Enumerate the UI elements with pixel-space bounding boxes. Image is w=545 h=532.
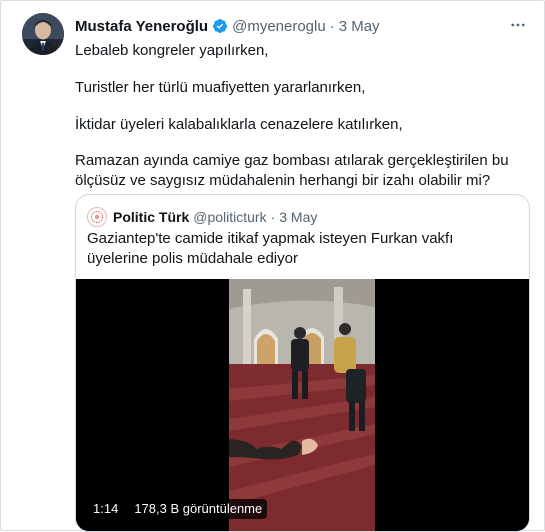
quoted-header-separator: · [270, 209, 276, 225]
tweet-paragraph: İktidar üyeleri kalabalıklarla cenazeler… [75, 116, 403, 133]
tweet-paragraph: Ramazan ayında camiye gaz bombası atılar… [75, 152, 509, 189]
tweet-paragraph: Turistler her türlü muafiyetten yararlan… [75, 79, 366, 96]
video-overlay: 1:14 178,3 B görüntülenme [88, 499, 268, 519]
author-avatar[interactable] [22, 13, 64, 55]
quoted-tweet-header: Politic Türk @politicturk · 3 May [87, 207, 519, 227]
quoted-author-name: Politic Türk [113, 209, 190, 225]
more-options-icon[interactable] [508, 15, 528, 35]
tweet-header: Mustafa Yeneroğlu @myeneroglu · 3 May [75, 15, 530, 37]
quoted-tweet[interactable]: Politic Türk @politicturk · 3 May Gazian… [75, 194, 530, 532]
author-name[interactable]: Mustafa Yeneroğlu [75, 18, 208, 35]
quoted-tweet-text: Gaziantep'te camide itikaf yapmak isteye… [87, 230, 454, 267]
video-thumbnail [76, 279, 529, 531]
video-duration: 1:14 [88, 499, 124, 519]
video-view-count: 178,3 B görüntülenme [129, 499, 268, 519]
author-handle[interactable]: @myeneroglu [232, 18, 326, 35]
quoted-author-handle: @politicturk [193, 209, 267, 225]
quoted-author-avatar [87, 207, 107, 227]
header-separator: · [329, 17, 335, 35]
tweet-date[interactable]: 3 May [339, 18, 380, 35]
verified-badge-icon [212, 18, 228, 34]
tweet-card[interactable]: Mustafa Yeneroğlu @myeneroglu · 3 May Le… [0, 0, 545, 532]
tweet-paragraph: Lebaleb kongreler yapılırken, [75, 42, 269, 59]
video-player[interactable]: 1:14 178,3 B görüntülenme [76, 279, 529, 531]
quoted-tweet-date: 3 May [279, 209, 318, 225]
